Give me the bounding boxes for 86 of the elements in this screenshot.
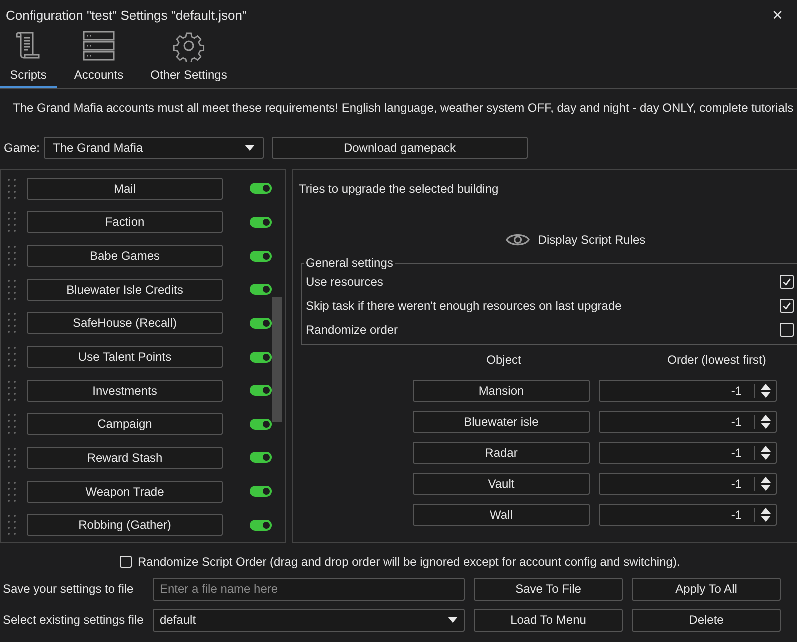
object-button[interactable]: Wall <box>413 504 590 526</box>
save-label: Save your settings to file <box>3 582 135 596</box>
toggle-switch[interactable] <box>250 183 272 194</box>
object-button[interactable]: Bluewater isle <box>413 410 590 432</box>
order-spinbox[interactable]: -1 <box>599 442 777 464</box>
checkbox[interactable] <box>780 299 794 313</box>
drag-handle-icon[interactable] <box>7 178 17 200</box>
spin-arrows-icon[interactable] <box>754 446 771 460</box>
spin-arrows-icon[interactable] <box>754 508 771 522</box>
toggle-switch[interactable] <box>250 216 272 228</box>
checkbox[interactable] <box>780 275 794 289</box>
toggle-switch[interactable] <box>250 418 272 430</box>
script-button[interactable]: Campaign <box>27 413 223 436</box>
scrollbar-thumb[interactable] <box>272 297 282 422</box>
requirements-notice: The Grand Mafia accounts must all meet these requirements! English language, weather system OFF, day and night - day ONLY, complete tutorials <box>12 100 795 117</box>
checkmark-icon <box>782 301 792 311</box>
drag-handle-icon[interactable] <box>7 245 17 268</box>
script-button[interactable]: Mail <box>27 178 223 200</box>
settings-file-dropdown[interactable]: default <box>153 608 465 632</box>
script-button[interactable]: Use Talent Points <box>27 346 223 368</box>
script-button[interactable]: Faction <box>27 211 223 234</box>
option-label: Skip task if there weren't enough resources on last upgrade <box>306 299 622 313</box>
option-label: Use resources <box>306 275 384 289</box>
toggle-switch[interactable] <box>250 452 272 464</box>
option-label: Randomize order <box>306 323 398 337</box>
save-button[interactable]: Save To File <box>474 578 623 600</box>
eye-icon <box>506 232 530 248</box>
order-spinbox[interactable]: -1 <box>599 504 777 526</box>
drag-handle-icon[interactable] <box>7 312 17 334</box>
spin-arrows-icon[interactable] <box>754 384 771 398</box>
checkbox[interactable] <box>780 323 794 337</box>
spin-arrows-icon[interactable] <box>754 414 771 428</box>
script-button[interactable]: Investments <box>27 380 223 402</box>
download-button[interactable]: Download gamepack <box>272 137 528 159</box>
drag-handle-icon[interactable] <box>7 480 17 503</box>
column-header: Object <box>486 353 522 367</box>
object-button[interactable]: Mansion <box>413 380 590 402</box>
script-button[interactable]: Weapon Trade <box>27 480 223 503</box>
column-header: Order (lowest first) <box>666 353 768 367</box>
drag-handle-icon[interactable] <box>7 446 17 469</box>
close-button[interactable]: × <box>768 4 787 26</box>
toggle-switch[interactable] <box>250 352 272 363</box>
drag-handle-icon[interactable] <box>7 514 17 536</box>
checkmark-icon <box>782 277 792 287</box>
window-title: Configuration "test" Settings "default.json" <box>6 8 248 22</box>
group-title: General settings <box>305 256 394 270</box>
toggle-switch[interactable] <box>250 284 272 296</box>
checkbox[interactable] <box>120 556 132 568</box>
toggle-switch[interactable] <box>250 250 272 262</box>
checkbox-label: Randomize Script Order (drag and drop order will be ignored except for account config and switching). <box>138 555 680 569</box>
game-dropdown[interactable]: The Grand Mafia <box>44 137 264 159</box>
tab[interactable]: Scripts <box>0 30 57 88</box>
script-button[interactable]: Bluewater Isle Credits <box>27 278 223 301</box>
caret-icon <box>448 617 458 623</box>
script-button[interactable]: SafeHouse (Recall) <box>27 312 223 334</box>
script-button[interactable]: Robbing (Gather) <box>27 514 223 536</box>
toggle-switch[interactable] <box>250 318 272 329</box>
toggle-switch[interactable] <box>250 486 272 498</box>
delete-button[interactable]: Delete <box>632 608 781 632</box>
tab[interactable]: Accounts <box>65 30 133 88</box>
order-spinbox[interactable]: -1 <box>599 410 777 432</box>
caret-icon <box>245 145 256 151</box>
toggle-switch[interactable] <box>250 520 272 531</box>
spin-arrows-icon[interactable] <box>754 476 771 490</box>
object-button[interactable]: Radar <box>413 442 590 464</box>
drag-handle-icon[interactable] <box>7 413 17 436</box>
script-description: Tries to upgrade the selected building <box>299 182 500 198</box>
object-button[interactable]: Vault <box>413 472 590 494</box>
server-icon <box>83 30 115 62</box>
drag-handle-icon[interactable] <box>7 278 17 301</box>
toggle-switch[interactable] <box>250 385 272 396</box>
display-rules-button[interactable]: Display Script Rules <box>506 232 646 248</box>
drag-handle-icon[interactable] <box>7 346 17 368</box>
drag-handle-icon[interactable] <box>7 380 17 402</box>
settings-icon <box>173 30 205 62</box>
tab[interactable]: Other Settings <box>143 30 235 88</box>
select-file-label: Select existing settings file <box>3 613 145 627</box>
order-spinbox[interactable]: -1 <box>599 472 777 494</box>
drag-handle-icon[interactable] <box>7 211 17 234</box>
script-button[interactable]: Reward Stash <box>27 446 223 469</box>
game-label: Game: <box>4 141 40 155</box>
apply-button[interactable]: Apply To All <box>632 578 781 600</box>
script-button[interactable]: Babe Games <box>27 245 223 268</box>
file-name-field[interactable]: Enter a file name here <box>153 578 465 600</box>
load-button[interactable]: Load To Menu <box>474 608 623 632</box>
order-spinbox[interactable]: -1 <box>599 380 777 402</box>
